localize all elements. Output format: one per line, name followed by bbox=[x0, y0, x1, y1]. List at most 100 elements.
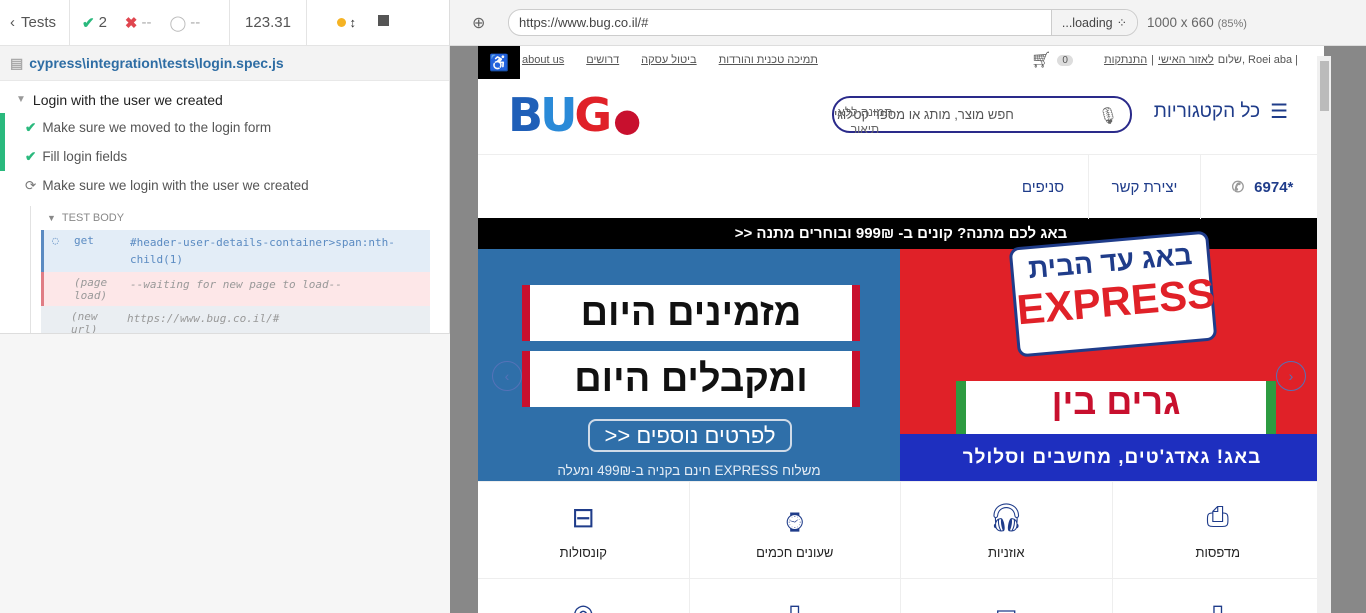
jobs-link[interactable]: דרושים bbox=[586, 54, 619, 66]
broken-image: תמונה ללא תיאור bbox=[837, 105, 893, 136]
site-header: BUG ● חפש מוצר, מותג או מספר קטלוגי 🎙︎ תמו… bbox=[478, 74, 1324, 154]
test-body-header[interactable]: ▼ TEST BODY bbox=[31, 206, 449, 230]
bug-logo[interactable]: BUG ● bbox=[508, 88, 641, 142]
category-smartwatches[interactable]: ⌚︎ שעונים חכמים bbox=[690, 482, 901, 578]
aut-viewport: ♿ about us דרושים ביטול עסקה תמיכה טכנית… bbox=[450, 46, 1366, 613]
tests-back-button[interactable]: ‹ Tests bbox=[0, 0, 70, 46]
gamepad-icon: ⊟ bbox=[571, 501, 595, 533]
stop-button[interactable] bbox=[378, 15, 389, 26]
separator: | bbox=[1151, 54, 1155, 66]
test-title: Make sure we moved to the login form bbox=[42, 120, 272, 135]
scrollbar-thumb[interactable] bbox=[1320, 61, 1329, 111]
aut-header: ⊕ https://www.bug.co.il/# ...loading ⁘ 10… bbox=[450, 0, 1366, 46]
test-title: Make sure we login with the user we crea… bbox=[42, 178, 309, 193]
suite-title[interactable]: ▼ Login with the user we created bbox=[0, 86, 449, 113]
personal-area-link[interactable]: לאזור האישי bbox=[1158, 54, 1214, 66]
microphone-icon[interactable]: 🎙︎ bbox=[1098, 106, 1118, 126]
cancel-deal-link[interactable]: ביטול עסקה bbox=[641, 54, 696, 66]
monitor-icon: ▭ bbox=[995, 599, 1018, 613]
refresh-icon: ⟳ bbox=[25, 177, 37, 193]
phone-number: 6974* bbox=[1254, 178, 1294, 196]
command-message: --waiting for new page to load-- bbox=[130, 278, 342, 291]
headphones-icon: 🎧︎ bbox=[988, 501, 1025, 533]
runnable-list: ▼ Login with the user we created ✔ Make su… bbox=[0, 81, 449, 348]
category-consoles[interactable]: ⊟ קונסולות bbox=[478, 482, 690, 578]
spinner-icon: ◌ bbox=[52, 234, 59, 247]
more-details-button[interactable]: לפרטים נוספים << bbox=[588, 419, 792, 452]
updown-arrow-icon: ↕ bbox=[349, 15, 357, 30]
command-name: get bbox=[74, 234, 94, 247]
support-link[interactable]: תמיכה טכנית והורדות bbox=[719, 54, 818, 66]
categories-row-2: ◎ ▯ ▭ ▯ bbox=[478, 578, 1324, 613]
user-greeting: שלום, Roei aba | bbox=[1217, 54, 1298, 66]
failed-count: -- bbox=[141, 14, 152, 31]
spec-path[interactable]: ▤ cypress\integration\tests\login.spec.js bbox=[0, 46, 449, 81]
pending-circle-icon: ◯ bbox=[169, 14, 187, 32]
controls: ↕ bbox=[307, 15, 407, 30]
url-bar[interactable]: https://www.bug.co.il/# ...loading ⁘ bbox=[508, 9, 1138, 36]
banner-right[interactable]: באג עד הבית EXPRESS גרים בין באג! גאדג'טי… bbox=[900, 230, 1324, 481]
top-nav: about us דרושים ביטול עסקה תמיכה טכנית ו… bbox=[478, 46, 1324, 74]
spec-path-text: cypress\integration\tests\login.spec.js bbox=[29, 55, 284, 71]
check-icon: ✔ bbox=[82, 14, 95, 32]
viewport-info: 1000 x 660 (85%) bbox=[1147, 15, 1247, 30]
test-row[interactable]: ✔ Fill login fields bbox=[0, 142, 449, 171]
category-monitor[interactable]: ▭ bbox=[901, 579, 1113, 613]
command-name: (page load) bbox=[74, 276, 108, 302]
hamburger-icon: ☰ bbox=[1270, 101, 1288, 123]
test-title: Fill login fields bbox=[42, 149, 128, 164]
tablet-icon: ▯ bbox=[788, 599, 801, 613]
top-links: about us דרושים ביטול עסקה תמיכה טכנית ו… bbox=[522, 54, 840, 66]
category-headphones[interactable]: 🎧︎ אוזניות bbox=[901, 482, 1113, 578]
pending-count: -- bbox=[190, 14, 201, 31]
selector-playground-icon[interactable]: ⊕ bbox=[472, 13, 485, 33]
carousel-prev-button[interactable]: ‹ bbox=[492, 361, 522, 391]
caret-down-icon: ▼ bbox=[47, 213, 56, 223]
watch-icon: ⌚︎ bbox=[780, 507, 809, 539]
phone-link[interactable]: ✆ 6974* bbox=[1200, 155, 1324, 219]
cart-count: 0 bbox=[1057, 54, 1073, 66]
page-scrollbar[interactable] bbox=[1317, 56, 1331, 613]
ladybug-icon: ● bbox=[613, 101, 641, 139]
auto-scroll-toggle[interactable]: ↕ bbox=[336, 15, 357, 30]
test-body: ▼ TEST BODY ◌ get #header-user-details-cont… bbox=[30, 206, 449, 348]
categories-row: ⊟ קונסולות ⌚︎ שעונים חכמים 🎧︎ אוזניות ⎙ מדפס… bbox=[478, 481, 1324, 578]
speaker-icon: ◎ bbox=[573, 599, 594, 613]
express-sign: באג עד הבית EXPRESS bbox=[1008, 230, 1218, 358]
spinner-icon: ⁘ bbox=[1116, 16, 1128, 30]
test-row[interactable]: ⟳ Make sure we login with the user we cre… bbox=[0, 171, 449, 200]
command-message: #header-user-details-container>span:nth-… bbox=[130, 236, 395, 266]
printer-icon: ⎙ bbox=[1206, 500, 1229, 532]
category-label: מדפסות bbox=[1195, 544, 1241, 560]
category-printers[interactable]: ⎙ מדפסות bbox=[1113, 482, 1324, 578]
caret-down-icon: ▼ bbox=[16, 94, 26, 105]
banner-line2: ומקבלים היום bbox=[522, 351, 860, 407]
duration: 123.31 bbox=[230, 0, 307, 46]
test-row[interactable]: ✔ Make sure we moved to the login form bbox=[0, 113, 449, 142]
category-speaker[interactable]: ◎ bbox=[478, 579, 690, 613]
app-under-test: ♿ about us דרושים ביטול עסקה תמיכה טכנית… bbox=[478, 46, 1324, 613]
zoom-level: (85%) bbox=[1217, 18, 1247, 30]
command-row[interactable]: ◌ get #header-user-details-container>span:… bbox=[41, 230, 430, 272]
about-us-link[interactable]: about us bbox=[522, 54, 564, 66]
shipping-note: משלוח EXPRESS חינם בקניה ב-499₪ ומעלה bbox=[557, 463, 821, 478]
loading-indicator: ...loading ⁘ bbox=[1051, 10, 1137, 35]
contact-link[interactable]: יצירת קשר bbox=[1088, 155, 1200, 219]
all-categories-menu[interactable]: כל הקטגוריות ☰ bbox=[1154, 99, 1288, 124]
reporter-header: ‹ Tests ✔ 2 ✖ -- ◯ -- 123.31 ↕ bbox=[0, 0, 449, 46]
pending-stat: ◯ -- bbox=[170, 14, 201, 32]
hero-banner: מזמינים היום ומקבלים היום לפרטים נוספים … bbox=[478, 230, 1324, 481]
test-body-label: TEST BODY bbox=[61, 212, 125, 224]
phone-device-icon: ▯ bbox=[1211, 599, 1224, 613]
x-icon: ✖ bbox=[124, 14, 138, 32]
command-row[interactable]: (page load) --waiting for new page to loa… bbox=[41, 272, 430, 306]
status-dot-icon bbox=[336, 18, 346, 27]
category-phone[interactable]: ▯ bbox=[1113, 579, 1324, 613]
branches-link[interactable]: סניפים bbox=[998, 155, 1088, 219]
category-tablet[interactable]: ▯ bbox=[690, 579, 901, 613]
cart[interactable]: 🛒︎ 0 bbox=[1031, 50, 1073, 70]
logout-link[interactable]: התנתקות bbox=[1104, 54, 1147, 66]
carousel-next-button[interactable]: › bbox=[1276, 361, 1306, 391]
chevron-right-icon: › bbox=[1288, 368, 1294, 384]
banner-left[interactable]: מזמינים היום ומקבלים היום לפרטים נוספים … bbox=[478, 249, 900, 481]
